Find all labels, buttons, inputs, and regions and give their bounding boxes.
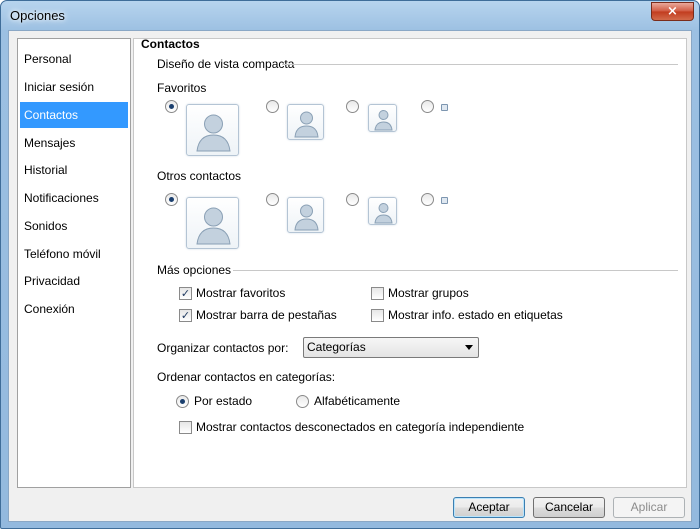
sidebar-item-contacts[interactable]: Contactos [20, 102, 128, 128]
sidebar-item-privacy[interactable]: Privacidad [20, 268, 128, 294]
favorites-label: Favoritos [157, 81, 207, 95]
category-list: Personal Iniciar sesión Contactos Mensaj… [17, 38, 131, 488]
sidebar-item-connection[interactable]: Conexión [20, 296, 128, 322]
others-size-large-radio[interactable] [165, 193, 178, 206]
title-bar[interactable]: Opciones × [1, 1, 699, 31]
other-contacts-label: Otros contactos [157, 169, 242, 183]
show-groups-label[interactable]: Mostrar grupos [388, 286, 469, 300]
small-avatar-icon[interactable] [368, 104, 397, 132]
sidebar-item-sign-in[interactable]: Iniciar sesión [20, 74, 128, 100]
options-window: Opciones × Personal Iniciar sesión Conta… [0, 0, 700, 529]
show-status-info-checkbox[interactable] [371, 309, 384, 322]
sidebar-item-mobile[interactable]: Teléfono móvil [20, 241, 128, 267]
show-offline-contacts-checkbox[interactable] [179, 421, 192, 434]
sort-alphabetical-radio[interactable] [296, 395, 309, 408]
accept-button[interactable]: Aceptar [453, 497, 525, 518]
close-icon: × [667, 4, 678, 19]
favorites-size-large-radio[interactable] [165, 100, 178, 113]
organize-contacts-label: Organizar contactos por: [157, 341, 289, 355]
show-groups-checkbox[interactable] [371, 287, 384, 300]
contacts-panel: Contactos Diseño de vista compacta Favor… [133, 37, 687, 488]
sort-by-status-label[interactable]: Por estado [194, 394, 252, 408]
sidebar-item-notifications[interactable]: Notificaciones [20, 185, 128, 211]
sidebar-item-sounds[interactable]: Sonidos [20, 213, 128, 239]
show-favorites-checkbox[interactable]: ✓ [179, 287, 192, 300]
large-avatar-icon[interactable] [186, 104, 239, 156]
compact-view-group-label: Diseño de vista compacta [157, 57, 295, 71]
medium-avatar-icon[interactable] [287, 197, 324, 233]
cancel-button[interactable]: Cancelar [533, 497, 605, 518]
organize-contacts-value: Categorías [307, 340, 366, 354]
window-title: Opciones [10, 8, 65, 23]
others-size-small-radio[interactable] [346, 193, 359, 206]
sidebar-item-messages[interactable]: Mensajes [20, 130, 128, 156]
sort-by-status-radio[interactable] [176, 395, 189, 408]
apply-button[interactable]: Aplicar [613, 497, 685, 518]
large-avatar-icon[interactable] [186, 197, 239, 249]
favorites-size-tiny-radio[interactable] [421, 100, 434, 113]
medium-avatar-icon[interactable] [287, 104, 324, 140]
sort-alphabetical-label[interactable]: Alfabéticamente [314, 394, 400, 408]
small-avatar-icon[interactable] [368, 197, 397, 225]
others-size-tiny-radio[interactable] [421, 193, 434, 206]
show-offline-contacts-label[interactable]: Mostrar contactos desconectados en categ… [196, 420, 524, 434]
dialog-body: Personal Iniciar sesión Contactos Mensaj… [8, 30, 692, 522]
divider [282, 64, 678, 65]
favorites-size-small-radio[interactable] [346, 100, 359, 113]
chevron-down-icon [465, 345, 473, 350]
divider [233, 270, 678, 271]
close-button[interactable]: × [651, 2, 694, 21]
tiny-avatar-icon[interactable] [441, 197, 448, 204]
show-favorites-label[interactable]: Mostrar favoritos [196, 286, 285, 300]
sort-contacts-label: Ordenar contactos en categorías: [157, 370, 336, 384]
tiny-avatar-icon[interactable] [441, 104, 448, 111]
favorites-size-medium-radio[interactable] [266, 100, 279, 113]
show-tab-bar-checkbox[interactable]: ✓ [179, 309, 192, 322]
sidebar-item-personal[interactable]: Personal [20, 46, 128, 72]
more-options-group-label: Más opciones [157, 263, 232, 277]
others-size-medium-radio[interactable] [266, 193, 279, 206]
show-tab-bar-label[interactable]: Mostrar barra de pestañas [196, 308, 337, 322]
page-title: Contactos [141, 37, 200, 51]
show-status-info-label[interactable]: Mostrar info. estado en etiquetas [388, 308, 563, 322]
organize-contacts-dropdown[interactable]: Categorías [303, 337, 479, 358]
sidebar-item-history[interactable]: Historial [20, 157, 128, 183]
